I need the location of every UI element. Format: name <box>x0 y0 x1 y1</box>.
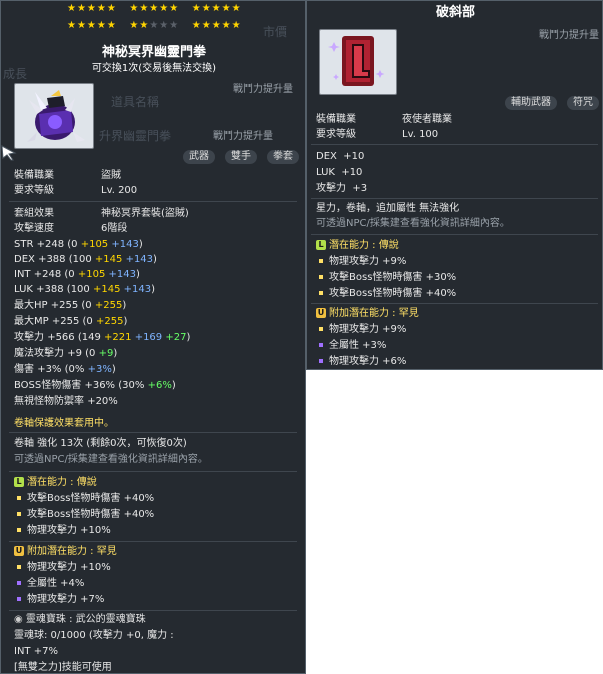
stat-row-magic-attack: 魔法攻擊力 +9 (0 +9) <box>14 348 118 359</box>
scroll-protect-notice: 卷軸保護效果套用中。 <box>14 418 114 429</box>
stat-row-luk: LUK +388 (100 +145 +143) <box>14 284 156 295</box>
additional-potential-line: 全屬性 +3% <box>316 339 386 352</box>
divider <box>9 201 297 202</box>
potential-title: L 潛在能力 : 傳說 <box>14 476 97 489</box>
potential-line: 物理攻擊力 +9% <box>316 255 406 268</box>
potential-line: 攻擊Boss怪物時傷害 +40% <box>316 287 456 300</box>
stat-row-boss-damage: BOSS怪物傷害 +36% (30% +6%) <box>14 380 176 391</box>
tag-two-handed: 雙手 <box>225 150 257 164</box>
potential-line: 物理攻擊力 +10% <box>14 524 111 537</box>
weapon-tooltip: 市價 成長 道具名稱 靈魂 升界幽靈門拳 戰鬥力提升量 ★★★★★ ★★★★★ … <box>0 0 306 674</box>
weapon-icon <box>14 83 94 149</box>
tag-claw: 拳套 <box>267 150 299 164</box>
additional-potential-line: 物理攻擊力 +6% <box>316 355 406 368</box>
stat-row-ignore-def: 無視怪物防禦率 +20% <box>14 396 118 407</box>
stat-row-str: STR +248 (0 +105 +143) <box>14 239 143 250</box>
legendary-icon: L <box>14 477 24 487</box>
stat-row-dex: DEX +10 <box>316 151 365 162</box>
star-force-row-1: ★★★★★ ★★★★★ ★★★★★ <box>67 3 242 14</box>
potential-line: 攻擊Boss怪物時傷害 +40% <box>14 508 154 521</box>
stat-row-maxmp: 最大MP +255 (0 +255) <box>14 316 128 327</box>
tag-secondary-weapon: 輔助武器 <box>505 96 557 110</box>
soul-title: ◉ 靈魂寶珠 : 武公的靈魂寶珠 <box>14 614 146 625</box>
soul-skill-line: [無雙之力]技能可使用 <box>14 662 112 673</box>
stat-row-damage: 傷害 +3% (0% +3%) <box>14 364 116 375</box>
secondary-weapon-tooltip: 破斜部 戰鬥力提升量 輔助武器 符咒 裝備職業 夜使者職業 要求等級 Lv. 100… <box>306 0 603 370</box>
additional-potential-line: 全屬性 +4% <box>14 577 84 590</box>
ghost-equip-name: 道具名稱 <box>111 95 160 109</box>
divider <box>311 144 598 145</box>
divider <box>9 471 297 472</box>
item-trade-info: 可交換1次(交易後無法交換) <box>91 63 217 74</box>
divider <box>311 303 598 304</box>
divider <box>311 234 598 235</box>
stat-row-dex: DEX +388 (100 +145 +143) <box>14 254 157 265</box>
item-title: 破斜部 <box>435 5 475 20</box>
stat-row-attack: 攻擊力 +566 (149 +221 +169 +27) <box>14 332 191 343</box>
potential-line: 攻擊Boss怪物時傷害 +30% <box>316 271 456 284</box>
additional-potential-line: 物理攻擊力 +7% <box>14 593 104 606</box>
tag-charm: 符咒 <box>567 96 599 110</box>
stat-row-luk: LUK +10 <box>316 167 363 178</box>
additional-potential-title: U 附加潛在能力 : 罕見 <box>316 308 419 319</box>
charm-icon <box>319 29 397 95</box>
unique-icon: U <box>316 308 326 318</box>
battle-power-label-2: 戰鬥力提升量 <box>213 131 273 142</box>
item-title: 神秘冥界幽靈門拳 <box>101 45 206 60</box>
cursor-icon <box>1 145 17 161</box>
soul-int-line: INT +7% <box>14 646 58 657</box>
unique-icon: U <box>14 546 24 556</box>
battle-power-label: 戰鬥力提升量 <box>539 30 599 41</box>
stat-row-maxhp: 最大HP +255 (0 +255) <box>14 300 127 311</box>
divider <box>9 610 297 611</box>
legendary-icon: L <box>316 240 326 250</box>
scroll-upgrade-info: 卷軸 強化 13次 (剩餘0次，可恢復0次) <box>14 438 187 449</box>
stat-row-attack: 攻擊力 +3 <box>316 183 368 194</box>
star-force-row-2: ★★★★★ ★★★★★ ★★★★★ <box>67 20 242 31</box>
stat-row-int: INT +248 (0 +105 +143) <box>14 269 140 280</box>
npc-info-line: 可透過NPC/採集建查看強化資訊詳細內容。 <box>14 454 208 465</box>
divider <box>9 432 297 433</box>
enhance-restriction: 星力，卷軸，追加屬性 無法強化 <box>316 203 460 214</box>
ghost-market-label: 市價 <box>263 25 288 39</box>
ghost-search: 升界幽靈門拳 <box>99 129 172 143</box>
potential-line: 攻擊Boss怪物時傷害 +40% <box>14 492 154 505</box>
soul-gauge-line: 靈魂球: 0/1000 (攻擊力 +0, 魔力 : <box>14 630 174 641</box>
soul-icon: ◉ <box>14 614 23 625</box>
tag-weapon: 武器 <box>183 150 215 164</box>
additional-potential-line: 物理攻擊力 +9% <box>316 323 406 336</box>
battle-power-label: 戰鬥力提升量 <box>233 84 293 95</box>
divider <box>311 198 598 199</box>
potential-title: L 潛在能力 : 傳說 <box>316 239 399 252</box>
additional-potential-line: 物理攻擊力 +10% <box>14 561 111 574</box>
additional-potential-title: U 附加潛在能力 : 罕見 <box>14 546 117 557</box>
divider <box>9 541 297 542</box>
npc-info-line: 可透過NPC/採集建查看強化資訊詳細內容。 <box>316 218 510 229</box>
